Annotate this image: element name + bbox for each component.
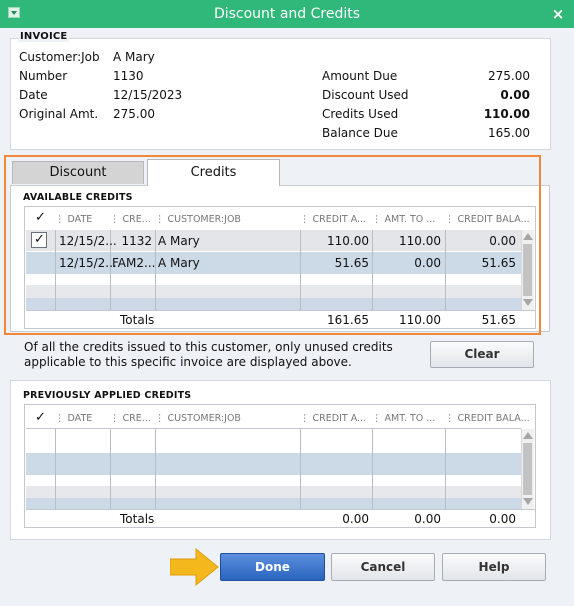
original-amt-value: 275.00 (113, 107, 155, 121)
column-header-ref[interactable]: ⋮ CRE... (110, 413, 151, 424)
help-button[interactable]: Help (442, 553, 546, 581)
scroll-up-icon[interactable] (523, 432, 533, 439)
balance-due-label: Balance Due (322, 126, 398, 140)
credits-used-value: 110.00 (483, 107, 530, 121)
totals-label: Totals (120, 512, 155, 526)
table-row-empty (26, 453, 521, 475)
date-label: Date (19, 88, 48, 102)
close-icon[interactable]: × (548, 3, 568, 25)
balance-due-value: 165.00 (488, 126, 530, 140)
original-amt-label: Original Amt. (19, 107, 99, 121)
amount-due-value: 275.00 (488, 69, 530, 83)
discount-used-value: 0.00 (500, 88, 530, 102)
grid-line (372, 429, 373, 509)
total-credit-balance: 0.00 (489, 512, 516, 526)
customer-job-value: A Mary (113, 50, 155, 64)
discount-used-label: Discount Used (322, 88, 409, 102)
grid-line (155, 429, 156, 509)
table-row-empty (26, 476, 521, 486)
scroll-down-icon[interactable] (523, 498, 533, 505)
table-row-empty (26, 486, 521, 498)
column-header-credit-amt[interactable]: ⋮ CREDIT A... (300, 413, 366, 424)
window-title: Discount and Credits (213, 6, 361, 22)
grid-line (55, 429, 56, 509)
number-value: 1130 (113, 69, 144, 83)
column-header-customer-job[interactable]: ⋮ CUSTOMER:JOB (155, 413, 241, 424)
invoice-heading: INVOICE (18, 31, 70, 42)
clear-button[interactable]: Clear (430, 341, 534, 368)
total-amt-to-use: 0.00 (414, 512, 441, 526)
scrollbar-thumb[interactable] (523, 443, 532, 495)
previously-applied-title: PREVIOUSLY APPLIED CREDITS (23, 390, 192, 401)
tab-credits[interactable]: Credits (147, 159, 280, 186)
info-text-line: Of all the credits issued to this custom… (24, 340, 393, 354)
column-header-date[interactable]: ⋮ DATE (55, 413, 92, 424)
column-header-credit-balance[interactable]: ⋮ CREDIT BALA... (445, 413, 530, 424)
info-text: Of all the credits issued to this custom… (24, 340, 393, 370)
grid-line (110, 429, 111, 509)
number-label: Number (19, 69, 68, 83)
cancel-button[interactable]: Cancel (331, 553, 435, 581)
table-row-empty (26, 498, 521, 509)
pointer-arrow-icon (170, 547, 219, 587)
grid-line (445, 429, 446, 509)
grid-line (300, 429, 301, 509)
totals-divider (26, 509, 536, 510)
done-button[interactable]: Done (220, 553, 325, 581)
amount-due-label: Amount Due (322, 69, 398, 83)
table-row-empty (26, 429, 521, 451)
info-text-line: applicable to this specific invoice are … (24, 355, 352, 369)
customer-job-label: Customer:Job (19, 50, 100, 64)
check-column-header: ✓ (35, 410, 46, 425)
total-credit-amt: 0.00 (342, 512, 369, 526)
date-value: 12/15/2023 (113, 88, 183, 102)
column-header-amt-to-use[interactable]: ⋮ AMT. TO ... (372, 413, 435, 424)
credits-used-label: Credits Used (322, 107, 399, 121)
